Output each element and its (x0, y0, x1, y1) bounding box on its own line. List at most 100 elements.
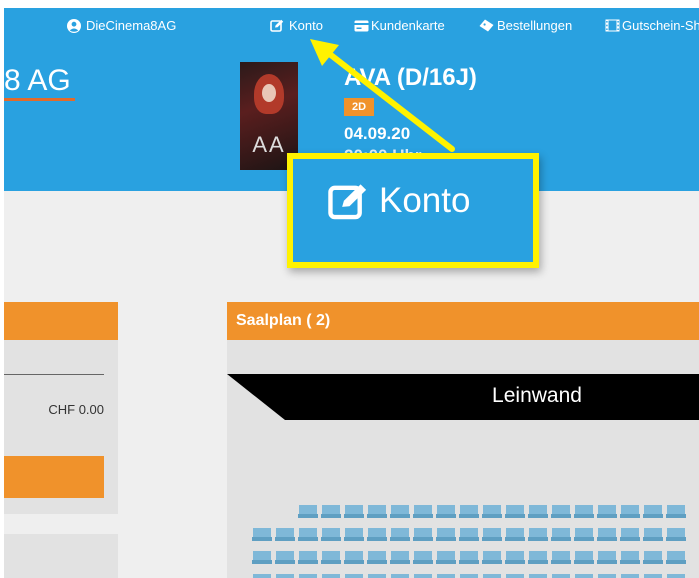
seat[interactable] (390, 505, 410, 518)
seat[interactable] (528, 528, 548, 541)
seat[interactable] (574, 505, 594, 518)
seat[interactable] (252, 551, 272, 564)
seat[interactable] (436, 551, 456, 564)
seat[interactable] (344, 551, 364, 564)
seat[interactable] (344, 505, 364, 518)
seat[interactable] (344, 574, 364, 578)
seat[interactable] (620, 574, 640, 578)
callout-label: Konto (379, 181, 471, 220)
seat[interactable] (551, 574, 571, 578)
seat[interactable] (551, 528, 571, 541)
seat[interactable] (528, 505, 548, 518)
seat[interactable] (413, 505, 433, 518)
seat[interactable] (505, 528, 525, 541)
nav-gutschein[interactable]: Gutschein-Sh (605, 18, 699, 33)
seat[interactable] (298, 505, 318, 518)
seat[interactable] (482, 551, 502, 564)
seat[interactable] (574, 574, 594, 578)
seat[interactable] (459, 551, 479, 564)
callout-content: Konto (327, 181, 470, 221)
seat[interactable] (643, 551, 663, 564)
nav-konto[interactable]: Konto (270, 18, 323, 33)
ticket-icon (479, 19, 494, 32)
seat[interactable] (597, 528, 617, 541)
seat[interactable] (367, 574, 387, 578)
seat[interactable] (620, 528, 640, 541)
seat[interactable] (275, 551, 295, 564)
nav-user-account[interactable]: DieCinema8AG (67, 18, 176, 33)
seat[interactable] (367, 528, 387, 541)
seat[interactable] (666, 551, 686, 564)
seat[interactable] (252, 574, 272, 578)
seat[interactable] (482, 505, 502, 518)
seat[interactable] (321, 551, 341, 564)
seat-plan-panel: Saalplan ( 2) Leinwand (227, 302, 699, 578)
seat[interactable] (459, 528, 479, 541)
order-panel: CHF 0.00 (4, 302, 118, 578)
seat[interactable] (321, 574, 341, 578)
order-panel-footer (4, 534, 118, 578)
seat[interactable] (459, 574, 479, 578)
seat[interactable] (321, 505, 341, 518)
seat[interactable] (482, 528, 502, 541)
order-panel-header (4, 302, 118, 340)
seat[interactable] (551, 551, 571, 564)
seat[interactable] (528, 551, 548, 564)
nav-kundenkarte[interactable]: Kundenkarte (354, 18, 445, 33)
seat[interactable] (344, 528, 364, 541)
seat[interactable] (505, 551, 525, 564)
seat[interactable] (436, 528, 456, 541)
seat[interactable] (413, 574, 433, 578)
seat[interactable] (413, 551, 433, 564)
seat[interactable] (321, 528, 341, 541)
seat[interactable] (528, 574, 548, 578)
seat[interactable] (505, 505, 525, 518)
seat[interactable] (620, 551, 640, 564)
seat[interactable] (367, 505, 387, 518)
edit-icon (270, 19, 284, 32)
seat[interactable] (390, 528, 410, 541)
top-navigation: DieCinema8AG Konto Kundenkarte Bestellun… (4, 8, 699, 46)
nav-user-label: DieCinema8AG (86, 18, 177, 33)
nav-bestellungen[interactable]: Bestellungen (479, 18, 572, 33)
nav-kundenkarte-label: Kundenkarte (371, 18, 445, 33)
konto-callout[interactable]: Konto (287, 153, 539, 268)
brand-logo[interactable]: 8 AG (4, 64, 75, 101)
seat[interactable] (643, 505, 663, 518)
seat[interactable] (459, 505, 479, 518)
seat[interactable] (551, 505, 571, 518)
seat[interactable] (275, 528, 295, 541)
show-date: 04.09.20 (344, 124, 411, 143)
seat[interactable] (597, 574, 617, 578)
seat[interactable] (666, 505, 686, 518)
seat[interactable] (597, 551, 617, 564)
seat[interactable] (298, 551, 318, 564)
seat[interactable] (574, 551, 594, 564)
seat[interactable] (298, 574, 318, 578)
seat[interactable] (643, 574, 663, 578)
seat[interactable] (482, 574, 502, 578)
seat[interactable] (666, 528, 686, 541)
order-panel-body: CHF 0.00 (4, 340, 118, 514)
edit-icon (328, 184, 367, 220)
seat[interactable] (597, 505, 617, 518)
seat[interactable] (643, 528, 663, 541)
seat[interactable] (390, 574, 410, 578)
seat[interactable] (367, 551, 387, 564)
seat[interactable] (436, 505, 456, 518)
seat[interactable] (298, 528, 318, 541)
seat[interactable] (252, 528, 272, 541)
seat[interactable] (505, 574, 525, 578)
seat[interactable] (275, 574, 295, 578)
user-circle-icon (67, 18, 81, 33)
seat[interactable] (666, 574, 686, 578)
seat[interactable] (436, 574, 456, 578)
seat[interactable] (574, 528, 594, 541)
app-frame: DieCinema8AG Konto Kundenkarte Bestellun… (4, 8, 699, 578)
seat[interactable] (390, 551, 410, 564)
seat[interactable] (413, 528, 433, 541)
seat[interactable] (620, 505, 640, 518)
nav-gutschein-label: Gutschein-Sh (622, 18, 699, 33)
order-continue-button[interactable] (4, 456, 104, 498)
nav-bestellungen-label: Bestellungen (497, 18, 573, 33)
